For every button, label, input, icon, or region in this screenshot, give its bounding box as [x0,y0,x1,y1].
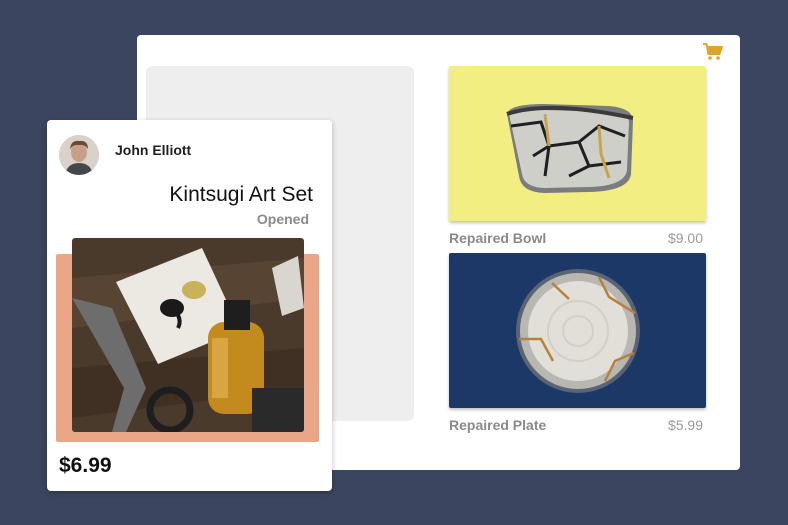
product-photo[interactable] [72,238,304,432]
product-price: $9.00 [667,230,703,246]
card-title: Kintsugi Art Set [169,183,313,206]
product-tile-plate[interactable]: Repaired Plate $5.99 [449,253,706,433]
status-label: Opened [256,211,309,227]
product-name[interactable]: Repaired Bowl [449,230,546,246]
product-price: $5.99 [667,417,703,433]
shopping-cart-icon[interactable] [703,43,723,61]
product-tile-bowl[interactable]: Repaired Bowl $9.00 [449,66,706,246]
plate-image[interactable] [449,253,706,408]
product-name[interactable]: Repaired Plate [449,417,546,433]
bowl-image[interactable] [449,66,706,221]
card-price: $6.99 [59,454,112,477]
user-name[interactable]: John Elliott [115,142,191,158]
product-card: John Elliott Kintsugi Art Set Opened $6.… [47,120,332,491]
avatar[interactable] [59,135,99,175]
